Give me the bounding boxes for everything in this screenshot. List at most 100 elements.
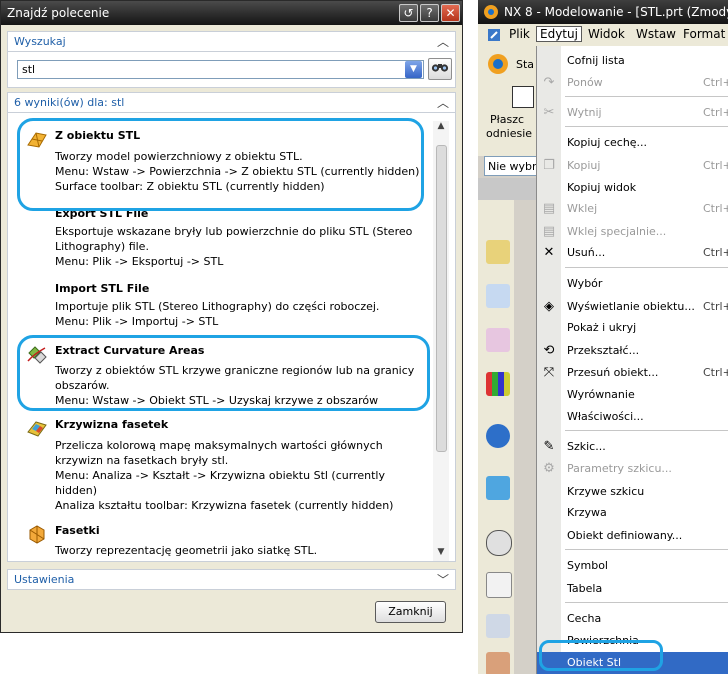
result-description: Lithography) file. <box>55 240 149 253</box>
result-description: Importuje plik STL (Stereo Lithography) … <box>55 300 380 313</box>
facets-icon <box>26 524 48 544</box>
help-icon[interactable]: ? <box>420 4 439 22</box>
menu-bar: Plik Edytuj Widok Wstaw Format <box>478 24 728 46</box>
menu-item-parametry-szkicu[interactable]: ⚙ Parametry szkicu... <box>537 458 728 480</box>
menu-item-wybór[interactable]: Wybór <box>537 273 728 295</box>
chevron-up-icon[interactable]: ︿ <box>437 94 449 111</box>
results-scrollbar[interactable]: ▲ ▼ <box>433 121 449 561</box>
web-browser-icon[interactable] <box>486 476 510 500</box>
result-item-import-stl[interactable]: Import STL File Importuje plik STL (Ster… <box>23 282 418 330</box>
menu-item-label: Szkic... <box>567 440 606 453</box>
chevron-down-icon[interactable]: ﹀ <box>437 571 449 588</box>
menu-item-shortcut: Ctrl+ <box>703 246 728 259</box>
start-label[interactable]: Sta <box>516 58 534 71</box>
result-title: Import STL File <box>55 282 150 295</box>
menu-item-kopiuj-widok[interactable]: Kopiuj widok <box>537 177 728 199</box>
system-materials-icon[interactable] <box>486 572 512 598</box>
dialog-title-bar[interactable]: Znajdź polecenie ↺ ? ✕ <box>1 1 462 25</box>
reuse-library-icon[interactable] <box>486 372 510 396</box>
binoculars-icon[interactable] <box>428 58 452 80</box>
results-section-header[interactable]: 6 wyniki(ów) dla: stl ︿ <box>7 92 456 113</box>
part-navigator-icon[interactable] <box>486 240 510 264</box>
result-item-export-stl[interactable]: Export STL File Eksportuje wskazane brył… <box>23 207 418 268</box>
menu-item-właściwości[interactable]: Właściwości... <box>537 406 728 428</box>
menu-item-wytnij[interactable]: ✂ Wytnij Ctrl+ <box>537 102 728 124</box>
menu-item-label: Ponów <box>567 76 603 89</box>
nx-title-bar[interactable]: NX 8 - Modelowanie - [STL.prt (Zmodyfiko <box>478 0 728 24</box>
close-button[interactable]: Zamknij <box>375 601 446 623</box>
menu-item-label: Przekształć... <box>567 344 640 357</box>
menu-item-label: Cecha <box>567 612 602 625</box>
assembly-navigator-icon[interactable] <box>486 284 510 308</box>
close-icon[interactable]: ✕ <box>441 4 460 22</box>
results-list: Z obiektu STL Tworzy model powierzchniow… <box>7 113 456 562</box>
menu-item-kopiuj-cechę[interactable]: Kopiuj cechę... <box>537 132 728 154</box>
menu-item-shortcut: Ctrl+ <box>703 202 728 215</box>
result-menu-path: hidden) <box>55 484 98 497</box>
selection-filter-dropdown[interactable]: Nie wybr <box>484 156 544 176</box>
scrollbar-thumb[interactable] <box>436 145 447 452</box>
menu-wstaw[interactable]: Wstaw <box>636 27 676 41</box>
menu-item-label: Wyrównanie <box>567 388 635 401</box>
menu-widok[interactable]: Widok <box>588 27 625 41</box>
start-icon[interactable] <box>486 52 510 76</box>
menu-item-przekształć[interactable]: ⟲ Przekształć... <box>537 340 728 362</box>
nx-window-title: NX 8 - Modelowanie - [STL.prt (Zmodyfiko <box>504 5 728 19</box>
menu-item-label: Przesuń obiekt... <box>567 366 659 379</box>
search-input[interactable] <box>17 60 424 79</box>
info-icon[interactable] <box>486 424 510 448</box>
cut-icon: ✂ <box>543 105 555 120</box>
chevron-down-icon[interactable]: ▼ <box>405 61 422 78</box>
menu-item-symbol[interactable]: Symbol <box>537 555 728 577</box>
constraint-navigator-icon[interactable] <box>486 328 510 352</box>
redo-icon: ↷ <box>543 75 555 90</box>
menu-item-label: Cofnij lista <box>567 54 625 67</box>
scroll-up-icon[interactable]: ▲ <box>433 121 449 135</box>
menu-item-pokaż-i-ukryj[interactable]: Pokaż i ukryj <box>537 317 728 339</box>
history-clock-icon[interactable] <box>486 530 512 556</box>
menu-item-przesuń-obiekt[interactable]: ⤧ Przesuń obiekt... Ctrl+ <box>537 362 728 384</box>
menu-item-wyrównanie[interactable]: Wyrównanie <box>537 384 728 406</box>
menu-format[interactable]: Format <box>683 27 725 41</box>
menu-edytuj[interactable]: Edytuj <box>536 26 582 42</box>
menu-item-krzywe-szkicu[interactable]: Krzywe szkicu <box>537 481 728 503</box>
menu-separator <box>565 96 728 97</box>
menu-item-tabela[interactable]: Tabela <box>537 578 728 600</box>
menu-item-cecha[interactable]: Cecha <box>537 608 728 630</box>
search-section-header[interactable]: Wyszukaj ︿ <box>7 31 456 52</box>
find-command-dialog: Znajdź polecenie ↺ ? ✕ Wyszukaj ︿ ▼ 6 wy… <box>0 0 463 633</box>
process-studio-icon[interactable] <box>486 614 510 638</box>
menu-item-obiekt-definiowany[interactable]: Obiekt definiowany... <box>537 525 728 547</box>
menu-item-krzywa[interactable]: Krzywa <box>537 502 728 524</box>
facet-curvature-icon <box>26 418 48 438</box>
menu-item-szkic[interactable]: ✎ Szkic... <box>537 436 728 458</box>
sketch-icon: ✎ <box>543 439 555 454</box>
menu-item-label: Kopiuj widok <box>567 181 637 194</box>
scroll-down-icon[interactable]: ▼ <box>433 547 449 561</box>
result-toolbar-path: Analiza kształtu toolbar: Krzywizna fase… <box>55 499 394 512</box>
menu-plik[interactable]: Plik <box>509 27 530 41</box>
chevron-up-icon[interactable]: ︿ <box>437 33 449 50</box>
search-panel: ▼ <box>7 52 456 88</box>
menu-item-usuń[interactable]: ✕ Usuń... Ctrl+ <box>537 242 728 264</box>
menu-item-wyświetlanie-obiektu[interactable]: ◈ Wyświetlanie obiektu... Ctrl+ <box>537 296 728 318</box>
result-description: Tworzy reprezentację geometrii jako siat… <box>55 544 318 557</box>
settings-section-header[interactable]: Ustawienia ﹀ <box>7 569 456 590</box>
menu-item-wklej[interactable]: ▤ Wklej Ctrl+ <box>537 198 728 220</box>
datum-plane-icon[interactable] <box>512 86 534 108</box>
menu-item-label: Tabela <box>567 582 603 595</box>
result-description: Przelicza kolorową mapę maksymalnych war… <box>55 439 383 452</box>
datum-plane-label-2: odniesie <box>486 127 533 140</box>
menu-item-wklej-specjalnie[interactable]: ▤ Wklej specjalnie... <box>537 221 728 243</box>
menu-item-label: Wybór <box>567 277 603 290</box>
roles-icon[interactable] <box>486 652 510 674</box>
reset-icon[interactable]: ↺ <box>399 4 418 22</box>
result-item-fasetki[interactable]: Fasetki Tworzy reprezentację geometrii j… <box>23 524 418 561</box>
menu-item-ponów[interactable]: ↷ Ponów Ctrl+ <box>537 72 728 94</box>
menu-item-cofnij-lista[interactable]: Cofnij lista <box>537 50 728 72</box>
menu-item-label: Kopiuj <box>567 159 601 172</box>
app-menu-icon[interactable] <box>486 27 502 43</box>
menu-separator <box>565 602 728 603</box>
menu-item-kopiuj[interactable]: ❐ Kopiuj Ctrl+ <box>537 155 728 177</box>
result-item-krzywizna-fasetek[interactable]: Krzywizna fasetek Przelicza kolorową map… <box>23 418 418 513</box>
